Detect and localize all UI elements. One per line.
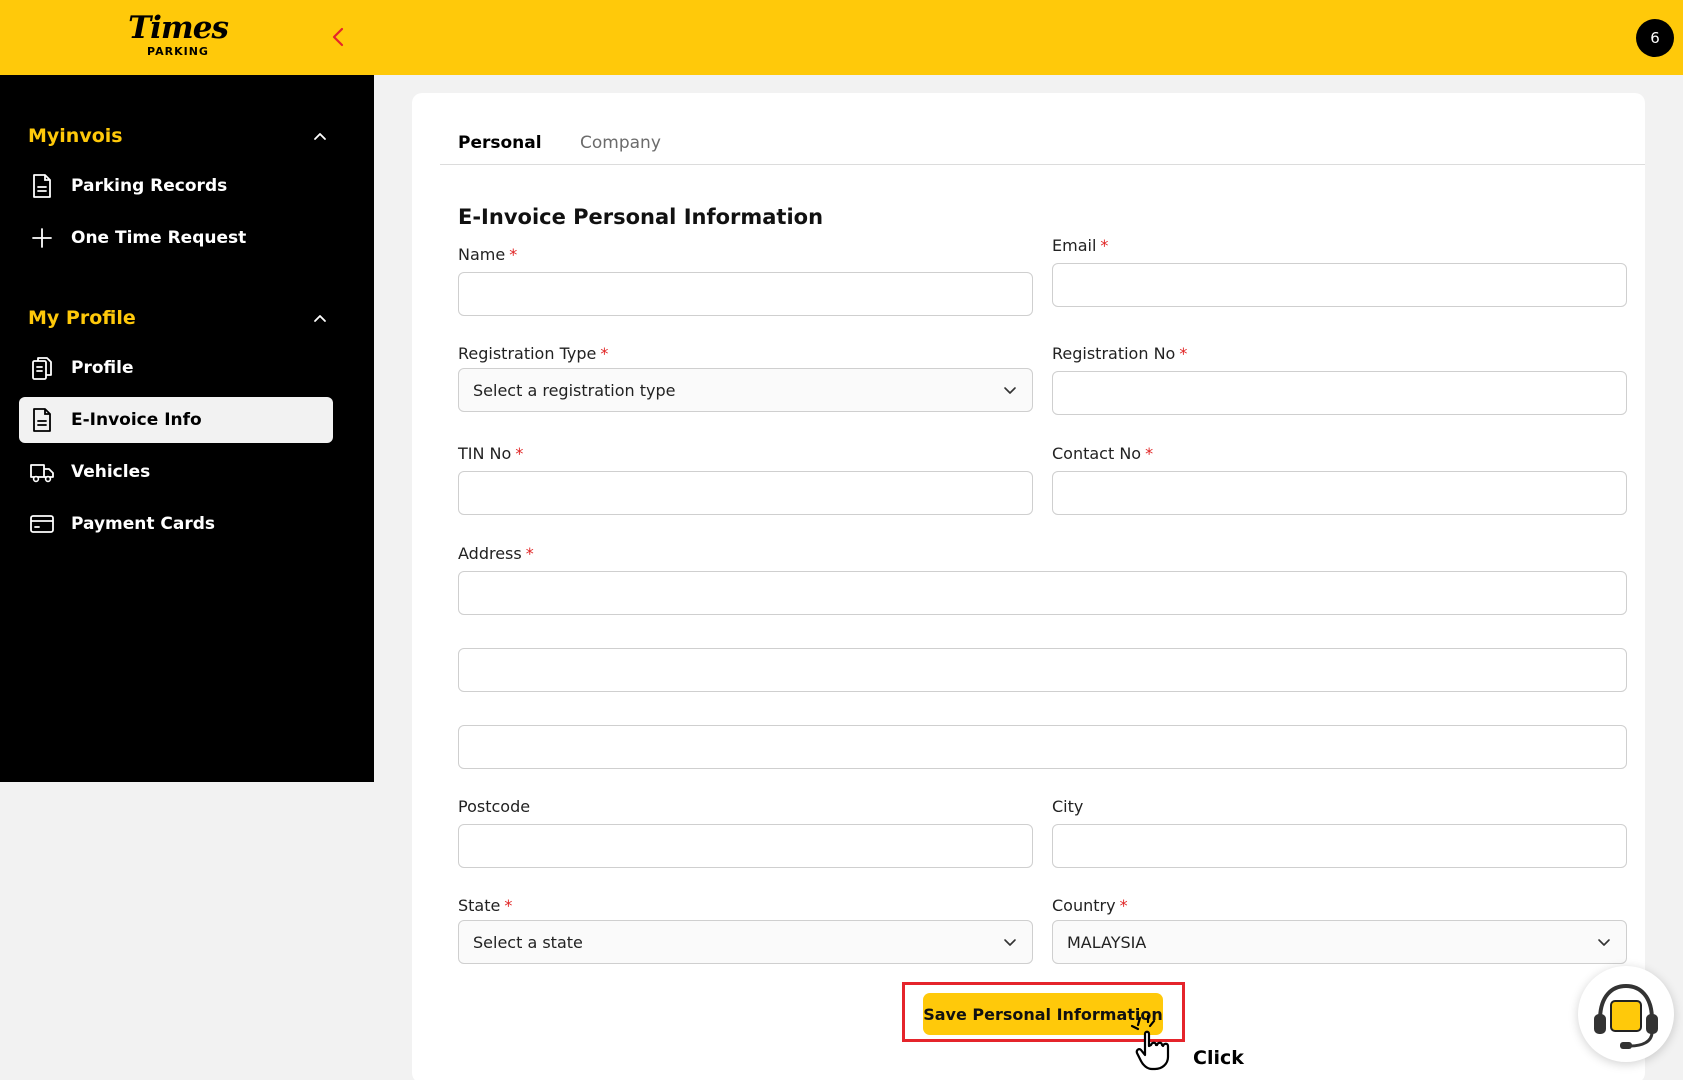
tab-personal[interactable]: Personal [458,133,542,153]
section-title: My Profile [28,307,136,329]
top-header: Times PARKING 6 [0,0,1683,75]
sidebar-item-e-invoice-info[interactable]: E-Invoice Info [19,397,333,443]
tin-field[interactable] [458,471,1033,515]
chevron-up-icon [314,315,326,322]
label-text: Postcode [458,797,531,816]
sidebar-item-label: One Time Request [71,228,247,248]
select-value: MALAYSIA [1067,932,1147,952]
label-text: Name [458,245,506,264]
address-line-3-field[interactable] [458,725,1627,769]
label-text: Address [458,544,522,563]
registration-type-label: Registration Type * [458,344,608,363]
state-select[interactable]: Select a state [458,920,1033,964]
label-text: TIN No [458,444,512,463]
registration-no-label: Registration No * [1052,344,1187,363]
sidebar-section-my-profile[interactable]: My Profile [28,303,328,333]
tin-label: TIN No * [458,444,523,463]
support-chat-button[interactable] [1578,966,1674,1062]
label-text: Country [1052,896,1116,915]
country-select[interactable]: MALAYSIA [1052,920,1627,964]
city-field[interactable] [1052,824,1627,868]
sidebar-item-label: Payment Cards [71,514,216,534]
tab-bar: Personal Company [440,123,1645,165]
required-mark: * [525,544,534,563]
registration-type-select[interactable]: Select a registration type [458,368,1033,412]
state-label: State * [458,896,512,915]
label-text: State [458,896,501,915]
contact-label: Contact No * [1052,444,1153,463]
document-icon [29,173,55,199]
email-field[interactable] [1052,263,1627,307]
sidebar-item-label: Vehicles [71,462,151,482]
required-mark: * [1179,344,1188,363]
times-parking-logo[interactable]: Times PARKING [128,10,229,58]
hand-pointer-icon [1128,1012,1188,1072]
chevron-down-icon [1004,387,1016,394]
sidebar-item-payment-cards[interactable]: Payment Cards [19,501,333,547]
truck-icon [29,459,55,485]
logo-sub-text: PARKING [147,45,209,58]
sidebar-item-profile[interactable]: Profile [19,345,333,391]
section-title: Myinvois [28,125,123,147]
avatar[interactable]: 6 [1636,19,1674,57]
plus-icon [29,225,55,251]
chevron-up-icon [314,133,326,140]
profile-doc-icon [29,355,55,381]
chevron-down-icon [1004,939,1016,946]
logo-main-text: Times [128,10,229,46]
card-icon [29,511,55,537]
address-label: Address * [458,544,534,563]
form-title: E-Invoice Personal Information [458,205,824,229]
chevron-left-icon[interactable] [326,24,352,50]
label-text: City [1052,797,1084,816]
postcode-label: Postcode [458,797,530,816]
e-invoice-form-card: Personal Company E-Invoice Personal Info… [412,93,1645,1080]
email-label: Email * [1052,236,1108,255]
country-label: Country * [1052,896,1128,915]
required-mark: * [1145,444,1154,463]
label-text: Registration No [1052,344,1176,363]
label-text: Registration Type [458,344,597,363]
click-label: Click [1193,1047,1244,1069]
required-mark: * [1100,236,1109,255]
label-text: Contact No [1052,444,1142,463]
sidebar-item-label: E-Invoice Info [71,410,202,430]
sidebar-item-vehicles[interactable]: Vehicles [19,449,333,495]
sidebar-item-label: Profile [71,358,134,378]
save-personal-information-button[interactable]: Save Personal Information [923,993,1163,1035]
sidebar: Myinvois Parking Records One Time Reques… [0,75,374,782]
select-value: Select a registration type [473,380,676,400]
label-text: Email [1052,236,1097,255]
name-label: Name * [458,245,517,264]
sidebar-item-label: Parking Records [71,176,228,196]
address-line-1-field[interactable] [458,571,1627,615]
postcode-field[interactable] [458,824,1033,868]
name-field[interactable] [458,272,1033,316]
tab-company[interactable]: Company [580,133,661,153]
select-value: Select a state [473,932,583,952]
address-line-2-field[interactable] [458,648,1627,692]
document-icon [29,407,55,433]
contact-field[interactable] [1052,471,1627,515]
required-mark: * [600,344,609,363]
sidebar-item-parking-records[interactable]: Parking Records [19,163,333,209]
required-mark: * [1119,896,1128,915]
headset-support-icon [1594,983,1658,1049]
chevron-down-icon [1598,939,1610,946]
sidebar-section-myinvois[interactable]: Myinvois [28,121,328,151]
required-mark: * [504,896,513,915]
registration-no-field[interactable] [1052,371,1627,415]
sidebar-item-one-time-request[interactable]: One Time Request [19,215,333,261]
required-mark: * [509,245,518,264]
city-label: City [1052,797,1083,816]
required-mark: * [515,444,524,463]
